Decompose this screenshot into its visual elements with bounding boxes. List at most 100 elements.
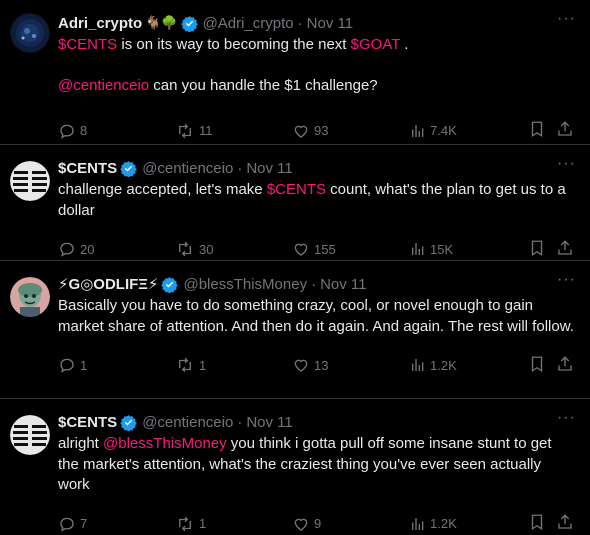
bookmark-icon[interactable]	[528, 513, 546, 534]
repost-icon	[179, 241, 191, 257]
avatar[interactable]	[10, 161, 50, 201]
like-button[interactable]: 13	[292, 356, 328, 374]
like-count: 93	[314, 123, 329, 138]
like-button[interactable]: 9	[292, 515, 321, 533]
reply-button[interactable]: 1	[58, 356, 87, 374]
repost-button[interactable]: 1	[175, 515, 206, 533]
tweet[interactable]: $CENTS @centienceio · Nov 11 ··· alright…	[0, 399, 590, 535]
tweet-actions: 7 1 9 1.2K	[58, 504, 574, 535]
cashtag-link[interactable]: $CENTS	[267, 181, 326, 198]
verified-badge-icon	[161, 276, 179, 293]
tweet-text: alright @blessThisMoney you think i gott…	[58, 434, 574, 496]
bookmark-icon[interactable]	[528, 355, 546, 376]
name-emojis: 🐐🌳	[145, 15, 178, 30]
display-name[interactable]: $CENTS	[58, 414, 117, 431]
display-name[interactable]: ⚡G◎ODLIFΞ⚡	[58, 275, 158, 293]
avatar[interactable]	[10, 415, 50, 455]
more-options-icon[interactable]: ···	[557, 11, 576, 27]
timestamp[interactable]: Nov 11	[246, 414, 292, 431]
more-options-icon[interactable]: ···	[557, 410, 576, 426]
share-icon[interactable]	[556, 513, 574, 534]
heart-icon	[294, 125, 308, 138]
cashtag-link[interactable]: $CENTS	[58, 36, 117, 53]
tweet-header: $CENTS @centienceio · Nov 11	[58, 157, 574, 179]
separator-dot: ·	[311, 275, 317, 293]
mention-link[interactable]: @blessThisMoney	[103, 435, 227, 452]
tweet-actions: 1 1 13 1.2K	[58, 345, 574, 385]
heart-icon	[294, 243, 308, 256]
reply-count: 20	[80, 241, 95, 257]
verified-badge-icon	[120, 160, 137, 177]
reply-count: 7	[80, 516, 88, 531]
view-count: 1.2K	[430, 357, 457, 373]
repost-icon	[179, 516, 191, 531]
display-name[interactable]: Adri_crypto	[58, 15, 142, 32]
avatar[interactable]	[10, 277, 50, 317]
view-count: 15K	[430, 241, 454, 257]
separator-dot: ·	[237, 413, 243, 431]
timestamp[interactable]: Nov 11	[307, 15, 353, 32]
share-icon[interactable]	[556, 239, 574, 260]
verified-badge-icon	[120, 414, 137, 431]
heart-icon	[294, 359, 308, 372]
share-icon[interactable]	[556, 355, 574, 376]
views-button[interactable]: 1.2K	[410, 357, 457, 373]
tweet-text-segment: Basically you have to do something crazy…	[58, 297, 574, 335]
reply-icon	[60, 124, 74, 139]
avatar-image	[10, 415, 50, 455]
avatar[interactable]	[10, 13, 50, 53]
more-options-icon[interactable]: ···	[557, 156, 576, 172]
reply-icon	[60, 358, 74, 373]
repost-button[interactable]: 1	[175, 356, 206, 374]
handle[interactable]: @centienceio	[142, 160, 233, 177]
bookmark-icon[interactable]	[528, 120, 546, 141]
like-count: 9	[314, 516, 322, 531]
reply-count: 8	[80, 123, 88, 138]
more-options-icon[interactable]: ···	[557, 272, 576, 288]
timestamp[interactable]: Nov 11	[320, 276, 366, 293]
reply-count: 1	[80, 357, 88, 373]
avatar-image	[10, 277, 50, 317]
reply-button[interactable]: 20	[58, 240, 94, 258]
reply-icon	[60, 517, 74, 532]
tweet-text-segment: is on its way to becoming the next	[117, 36, 351, 53]
handle[interactable]: @Adri_crypto	[203, 15, 294, 32]
like-count: 13	[314, 357, 329, 373]
repost-icon	[179, 123, 191, 138]
like-count: 155	[314, 241, 336, 257]
tweet[interactable]: Adri_crypto 🐐🌳 @Adri_crypto · Nov 11 ···…	[0, 0, 590, 145]
tweet-text: challenge accepted, let's make $CENTS co…	[58, 180, 574, 221]
mention-link[interactable]: @centienceio	[58, 77, 149, 94]
reply-icon	[60, 242, 74, 257]
repost-button[interactable]: 30	[175, 240, 213, 258]
reply-button[interactable]: 7	[58, 515, 87, 533]
separator-dot: ·	[297, 14, 303, 32]
cashtag-link[interactable]: $GOAT	[351, 36, 400, 53]
verified-badge-icon	[180, 15, 198, 32]
repost-icon	[179, 357, 191, 373]
views-button[interactable]: 15K	[410, 241, 453, 257]
handle[interactable]: @centienceio	[142, 414, 233, 431]
tweet[interactable]: ⚡G◎ODLIFΞ⚡ @blessThisMoney · Nov 11 ··· …	[0, 261, 590, 399]
repost-count: 30	[199, 241, 214, 257]
tweet-text-segment: .	[404, 36, 409, 53]
repost-count: 1	[199, 357, 207, 373]
avatar-image	[10, 161, 50, 201]
like-button[interactable]: 93	[292, 122, 328, 140]
share-icon[interactable]	[556, 120, 574, 141]
tweet-header: $CENTS @centienceio · Nov 11	[58, 411, 574, 433]
views-button[interactable]: 7.4K	[410, 123, 457, 139]
handle[interactable]: @blessThisMoney	[183, 276, 307, 293]
tweet-thread: Adri_crypto 🐐🌳 @Adri_crypto · Nov 11 ···…	[0, 0, 590, 535]
reply-button[interactable]: 8	[58, 122, 87, 140]
heart-icon	[294, 518, 308, 531]
repost-button[interactable]: 11	[175, 122, 213, 140]
tweet[interactable]: $CENTS @centienceio · Nov 11 ··· challen…	[0, 145, 590, 261]
analytics-icon	[412, 243, 424, 255]
display-name[interactable]: $CENTS	[58, 160, 117, 177]
bookmark-icon[interactable]	[528, 239, 546, 260]
view-count: 1.2K	[430, 516, 457, 531]
timestamp[interactable]: Nov 11	[246, 160, 292, 177]
views-button[interactable]: 1.2K	[410, 516, 457, 532]
like-button[interactable]: 155	[292, 240, 336, 258]
